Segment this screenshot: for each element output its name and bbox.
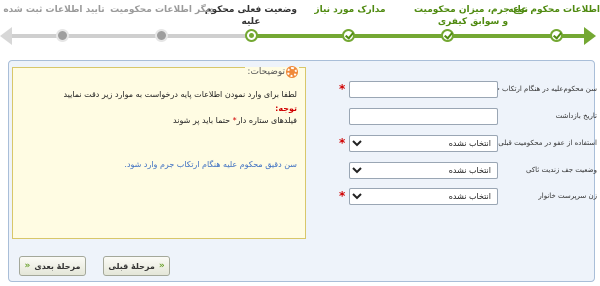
- required-asterisk: *: [339, 82, 346, 96]
- description-instruction: لطفا برای وارد نمودن اطلاعات پایه درخواس…: [63, 90, 297, 99]
- description-required-note: فیلدهای ستاره دار* حتما باید پر شوند: [173, 116, 297, 125]
- step-node-1-check-icon: [550, 29, 563, 42]
- step-label-crime-type-line2: و سوابق کیفری: [437, 17, 509, 27]
- step-label-other-info: دیگر اطلاعات محکومیت: [110, 5, 214, 15]
- previous-step-label: مرحلهٔ قبلی: [108, 261, 155, 271]
- previous-step-button[interactable]: « مرحلهٔ قبلی: [103, 256, 170, 276]
- step-label-current-status: وضعیت فعلی محکوم علیه: [205, 4, 297, 28]
- wizard-progress: اطلاعات محکوم علیه نوع جرم، میزان محکومی…: [0, 0, 600, 58]
- status-label: وضعیت جف زندیت ثاکی: [525, 166, 597, 174]
- next-step-label: مرحلهٔ بعدی: [34, 261, 81, 271]
- required-note-text-a: فیلدهای ستاره دار: [236, 116, 297, 125]
- chevron-left-icon: «: [24, 261, 31, 271]
- description-title: توضیحات:: [245, 67, 299, 77]
- progress-end-arrow: [584, 27, 596, 45]
- prior-pardon-select[interactable]: انتخاب نشده: [349, 135, 498, 152]
- progress-track-remaining: [10, 34, 252, 38]
- step-label-crime-type-line1: نوع جرم، میزان محکومیت: [414, 5, 528, 15]
- required-note-text-b: حتما باید پر شوند: [173, 116, 233, 125]
- field-row-arrest-date: تاریخ بازداشت: [319, 108, 597, 128]
- prior-pardon-label: استفاده از عفو در محکومیت قبلی: [498, 139, 597, 147]
- arrest-date-label: تاریخ بازداشت: [555, 112, 597, 120]
- arrest-date-input[interactable]: [349, 108, 498, 125]
- required-asterisk: *: [339, 189, 346, 203]
- progress-track-completed: [252, 34, 590, 38]
- age-at-crime-input[interactable]: [349, 81, 498, 98]
- step-node-6-pending: [56, 29, 69, 42]
- step-label-crime-type: نوع جرم، میزان محکومیت و سوابق کیفری: [414, 4, 528, 28]
- field-row-status: وضعیت جف زندیت ثاکی انتخاب نشده: [319, 162, 597, 182]
- step-label-confirm: تایید اطلاعات ثبت شده: [3, 5, 105, 15]
- form-panel: توضیحات: لطفا برای وارد نمودن اطلاعات پا…: [8, 60, 597, 282]
- gear-icon: [287, 67, 297, 77]
- field-row-age-at-crime: سن محکوم‌علیه در هنگام ارتکاب جرم *: [319, 81, 597, 101]
- female-head-select[interactable]: انتخاب نشده: [349, 188, 498, 205]
- step-node-3-check-icon: [342, 29, 355, 42]
- step-node-5-pending: [155, 29, 168, 42]
- field-row-prior-pardon: استفاده از عفو در محکومیت قبلی * انتخاب …: [319, 135, 597, 155]
- field-row-female-head: زن سرپرست خانوار * انتخاب نشده: [319, 188, 597, 208]
- chevron-right-icon: «: [158, 261, 165, 271]
- status-select[interactable]: انتخاب نشده: [349, 162, 498, 179]
- required-asterisk: *: [339, 136, 346, 150]
- step-label-required-docs: مدارک مورد نیاز: [314, 5, 386, 15]
- next-step-button[interactable]: مرحلهٔ بعدی «: [19, 256, 86, 276]
- progress-start-arrow: [0, 27, 12, 45]
- female-head-label: زن سرپرست خانوار: [538, 192, 597, 200]
- step-label-current-status-line2: علیه: [241, 17, 261, 27]
- step-node-4-current: [245, 29, 258, 42]
- step-node-2-check-icon: [441, 29, 454, 42]
- description-age-note: سن دقیق محکوم علیه هنگام ارتکاب جرم وارد…: [124, 160, 297, 169]
- step-label-current-status-line1: وضعیت فعلی محکوم: [204, 5, 297, 15]
- description-title-text: توضیحات:: [247, 67, 285, 77]
- description-box: توضیحات: لطفا برای وارد نمودن اطلاعات پا…: [12, 67, 306, 239]
- description-attention: توجه:: [275, 104, 297, 113]
- age-at-crime-label: سن محکوم‌علیه در هنگام ارتکاب جرم: [487, 85, 597, 93]
